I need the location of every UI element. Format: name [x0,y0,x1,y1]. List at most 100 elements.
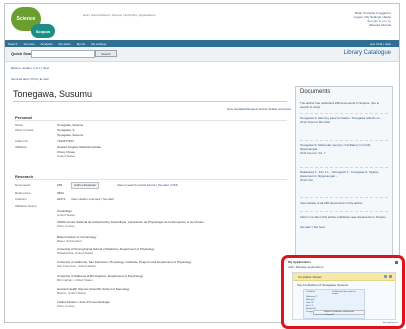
coauthor-row[interactable]: Nakazawa T. [306,296,317,298]
institution-name: Elsevier Internal [369,23,391,27]
documents-intro: The author has published 238 documents i… [300,101,380,109]
history-country: Paris, France [57,224,75,228]
row-value: Tonegawa, Susumu [57,123,84,127]
document-meta: 2011 Neuron Vol. 7 [300,151,326,155]
user-area: Brian Tornqvist is logged in Logout | My… [354,11,391,27]
menu-sources[interactable]: Sources [21,42,38,46]
row-value: 7102477924 [57,139,74,143]
site-header: Science Scopus Hub | ScienceDirect | Sco… [5,4,399,40]
library-catalogue-link[interactable]: Library Catalogue [344,50,391,56]
document-title[interactable]: Nakazawa T., Kim J.L., Yamaguchi T., Ton… [300,170,388,178]
doc-divider [300,113,388,114]
quick-search-input[interactable] [31,50,95,58]
coauthor-row[interactable]: Chen W. [306,302,314,304]
coauthor-row[interactable]: McHugh T. [306,299,316,301]
affiliation-history-item: Basel Institute of Immunology Basel, Swi… [57,235,96,243]
menu-analytics[interactable]: Analytics [38,42,56,46]
menu-help[interactable]: Live Chat | Help [370,42,391,46]
affiliation-history-item: Institut Pasteur, Unite d'Immunobiologie… [57,300,257,308]
screenshot-stage: Science Scopus Hub | ScienceDirect | Sco… [0,0,406,329]
page-actions[interactable]: Set feed alert | Print | E-mail [11,77,48,81]
documents-panel: Documents The author has published 238 d… [295,86,393,264]
document-item[interactable]: Tonegawa S. Molecular memory: Oscillator… [300,143,388,155]
documents-label: Documents [15,183,31,187]
doc-divider [300,211,388,212]
powered-brand: ScopusT [325,314,335,316]
col-coauthor: Co-Author [306,291,316,293]
document-meta: 2012 Science Bio-Med [300,120,331,124]
citations-links[interactable]: View citation overview | Set alert [71,197,114,201]
affiliation-history-item: University of California, San Francisco,… [57,260,277,268]
menu-alerts[interactable]: My alerts [56,42,74,46]
author-evaluator-button[interactable]: Author Evaluator [71,182,100,189]
app-title-bar: Co-Author Viewer [293,273,395,281]
close-icon[interactable] [395,261,398,264]
history-country: Paris, France [57,304,75,308]
powered-by: powered by ScopusT [315,314,334,316]
title-divider [13,101,287,102]
my-applications-panel: My Applications Add / Manage application… [281,255,405,329]
menu-list[interactable]: My list [74,42,89,46]
top-nav-links[interactable]: Hub | ScienceDirect | Scopus | SciTopics… [83,13,155,17]
close-icon[interactable] [389,275,392,278]
menu-settings[interactable]: My settings [88,42,109,46]
feedback-link[interactable]: Give feedback/Request author details cor… [227,107,291,111]
documents-links[interactable]: View in search results format | Set aler… [117,183,178,187]
row-value[interactable]: Howard Hughes Medical Institute [57,145,101,149]
history-country: Boston, United States [57,291,87,295]
history-country: Philadelphia, United States [57,251,94,255]
powered-by-label: powered by [315,314,326,316]
affiliation-history-item: University of Pennsylvania School of Med… [57,247,257,255]
apps-heading: My Applications [288,260,311,264]
history-country: Birmingham, United States [57,278,93,282]
references-count[interactable]: 9364 [57,191,64,195]
document-item[interactable]: Nakazawa T., Kim J.L., Yamaguchi T., Ton… [300,170,388,182]
breadcrumb[interactable]: Back to results | 1 of 1 | Next [11,66,49,70]
research-divider [15,179,287,180]
references-label: References [15,191,31,195]
row-label: Other formats [15,128,34,132]
coauthor-row[interactable]: Kim J. J. [306,305,314,307]
document-item[interactable]: Tonegawa S. Memory trace formation: Tone… [300,116,388,124]
doc-divider [300,140,388,141]
affiliation-history-item: CNRS Centre National de la Recherche Sci… [57,220,257,228]
document-title[interactable]: Tonegawa S. Molecular memory: Oscillator… [300,143,388,151]
documents-heading: Documents [300,89,331,95]
history-country: United States [57,213,76,217]
history-country: San Francisco, United States [57,264,96,268]
refresh-icon[interactable] [384,275,387,278]
document-meta: 2010 Cell [300,178,313,182]
doc-alert-links[interactable]: Set alert | Set feed [300,225,388,229]
co-author-viewer-card: Co-Author Viewer Top Co-Authors of Toneg… [292,272,396,320]
citations-label: Citations [15,197,27,201]
scopus-logo[interactable]: Scopus [31,24,55,38]
affiliation-country: United States [57,154,76,158]
row-label: Author ID [15,139,28,143]
personal-divider [15,120,287,121]
col-count: Co-Authored documents in Scopus [332,291,356,295]
row-value: Tonegawa, S. [57,128,76,132]
row-value: Tonegawa, Susumu [57,133,84,137]
inform-me-text: Inform me when this author publishes new… [300,215,386,219]
row-label: Affiliation [15,145,28,149]
history-country: Basel, Switzerland [57,239,82,243]
app-name: Co-Author Viewer [298,275,322,279]
author-name: Tonegawa, Susumu [13,89,93,99]
quick-search-bar: Quick Search Search Library Catalogue [5,47,399,62]
affiliation-extra: Chevy Chase United States [57,150,75,158]
main-menu: Search Sources Analytics My alerts My li… [5,40,399,47]
documents-count[interactable]: 238 [57,183,62,187]
doc-divider [300,167,388,168]
affiliation-history-item: Cambridge United States [57,209,75,217]
citations-count[interactable]: 22371 [57,197,65,201]
view-all-documents-link[interactable]: View details of all 238 documents in thi… [300,201,388,205]
row-label: Name [15,123,24,127]
manage-applications-link[interactable]: Add / Manage applications [288,265,323,269]
app-subtitle: Top Co-Authors of Tonegawa, Susumu [297,283,349,287]
hide-applications-link[interactable]: Hide applications [383,322,398,324]
history-label: Affiliation history [15,204,37,208]
search-button[interactable]: Search [95,50,117,57]
menu-search[interactable]: Search [5,42,21,46]
doc-divider [300,197,388,198]
affiliation-history-item: Harvard Health Science Scientific School… [57,287,257,295]
